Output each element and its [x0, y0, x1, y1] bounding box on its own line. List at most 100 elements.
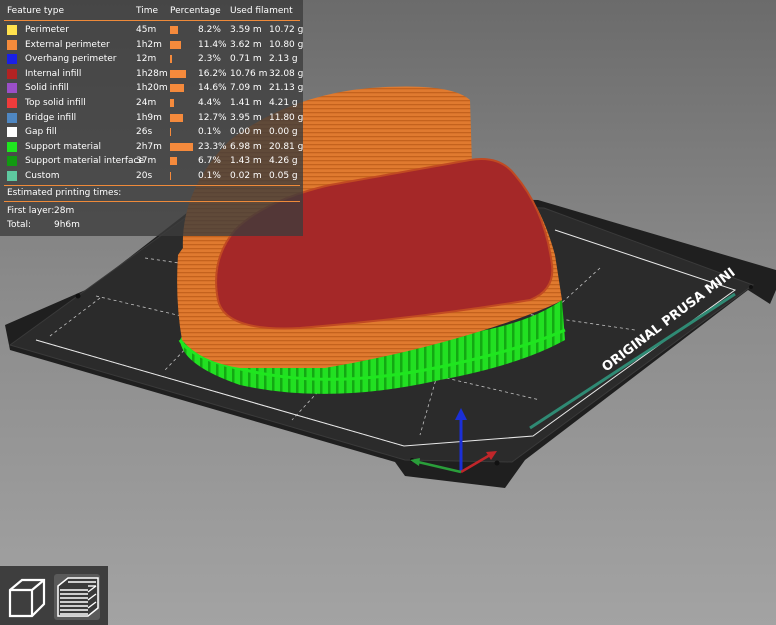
- feature-name: External perimeter: [25, 39, 110, 50]
- feature-time: 1h28m: [136, 68, 168, 79]
- feature-weight: 2.13 g: [269, 54, 298, 65]
- feature-percentage: 8.2%: [198, 25, 221, 35]
- feature-name: Perimeter: [25, 25, 69, 35]
- legend-row: Solid infill 1h20m 14.6% 7.09 m 21.13 g: [0, 81, 303, 95]
- feature-length: 0.02 m: [230, 171, 262, 181]
- feature-weight: 0.00 g: [269, 127, 298, 138]
- legend-row: External perimeter 1h2m 11.4% 3.62 m 10.80 g: [0, 38, 303, 52]
- feature-percentage: 4.4%: [198, 98, 221, 108]
- feature-percentage-bar: [170, 40, 182, 49]
- feature-percentage: 0.1%: [198, 127, 221, 138]
- feature-weight: 32.08 g: [269, 68, 304, 79]
- feature-length: 3.62 m: [230, 39, 262, 50]
- header-feature-type: Feature type: [7, 6, 64, 16]
- feature-color-swatch: [7, 156, 17, 167]
- feature-percentage-bar: [170, 157, 177, 166]
- feature-length: 10.76 m: [230, 68, 268, 79]
- legend-row: Internal infill 1h28m 16.2% 10.76 m 32.08 g: [0, 67, 303, 81]
- 3d-view-button[interactable]: [4, 574, 50, 620]
- cube-icon: [8, 578, 46, 618]
- feature-name: Bridge infill: [25, 112, 77, 123]
- feature-length: 3.59 m: [230, 25, 262, 35]
- feature-name: Support material: [25, 141, 102, 152]
- feature-color-swatch: [7, 112, 17, 123]
- feature-name: Overhang perimeter: [25, 54, 117, 65]
- feature-color-swatch: [7, 171, 17, 181]
- feature-color-swatch: [7, 98, 17, 108]
- header-divider: [4, 20, 300, 21]
- feature-length: 0.00 m: [230, 127, 262, 138]
- feature-weight: 20.81 g: [269, 141, 304, 152]
- feature-color-swatch: [7, 83, 17, 94]
- legend-row: Support material interface 37m 6.7% 1.43 m 4…: [0, 154, 303, 168]
- feature-name: Internal infill: [25, 68, 82, 79]
- feature-percentage: 23.3%: [198, 141, 227, 152]
- feature-time: 12m: [136, 54, 157, 65]
- feature-weight: 21.13 g: [269, 83, 304, 94]
- feature-color-swatch: [7, 127, 17, 138]
- feature-name: Gap fill: [25, 127, 57, 138]
- feature-time: 26s: [136, 127, 153, 138]
- feature-percentage-bar: [170, 69, 186, 78]
- legend-panel: Feature type Time Percentage Used filame…: [0, 0, 303, 236]
- feature-time: 2h7m: [136, 141, 162, 152]
- feature-percentage: 2.3%: [198, 54, 221, 65]
- feature-length: 0.71 m: [230, 54, 262, 65]
- feature-length: 3.95 m: [230, 112, 262, 123]
- feature-name: Custom: [25, 171, 60, 181]
- feature-name: Top solid infill: [25, 98, 86, 108]
- feature-length: 6.98 m: [230, 141, 262, 152]
- feature-color-swatch: [7, 68, 17, 79]
- feature-percentage: 6.7%: [198, 156, 221, 167]
- feature-percentage-bar: [170, 142, 193, 151]
- feature-percentage: 16.2%: [198, 68, 227, 79]
- header-used-filament: Used filament: [230, 6, 293, 16]
- feature-color-swatch: [7, 39, 17, 50]
- legend-row: Support material 2h7m 23.3% 6.98 m 20.81 g: [0, 140, 303, 154]
- estimated-divider: [4, 201, 300, 202]
- feature-percentage-bar: [170, 55, 173, 64]
- feature-weight: 10.80 g: [269, 39, 304, 50]
- feature-length: 1.41 m: [230, 98, 262, 108]
- preview-button[interactable]: [54, 574, 100, 620]
- feature-percentage-bar: [170, 26, 179, 34]
- feature-time: 24m: [136, 98, 157, 108]
- feature-weight: 0.05 g: [269, 171, 298, 181]
- feature-color-swatch: [7, 25, 17, 35]
- legend-row: Perimeter 45m 8.2% 3.59 m 10.72 g: [0, 23, 303, 37]
- feature-time: 37m: [136, 156, 157, 167]
- feature-percentage-bar: [170, 84, 185, 93]
- legend-row: Bridge infill 1h9m 12.7% 3.95 m 11.80 g: [0, 111, 303, 125]
- feature-percentage: 11.4%: [198, 39, 227, 50]
- feature-weight: 10.72 g: [269, 25, 304, 35]
- feature-time: 20s: [136, 171, 153, 181]
- legend-row: Gap fill 26s 0.1% 0.00 m 0.00 g: [0, 125, 303, 139]
- feature-percentage-bar: [170, 113, 183, 122]
- feature-length: 7.09 m: [230, 83, 262, 94]
- feature-time: 1h20m: [136, 83, 168, 94]
- feature-length: 1.43 m: [230, 156, 262, 167]
- view-mode-toolbar: [0, 566, 108, 625]
- feature-time: 45m: [136, 25, 157, 35]
- legend-row: Top solid infill 24m 4.4% 1.41 m 4.21 g: [0, 96, 303, 110]
- feature-percentage: 12.7%: [198, 112, 227, 123]
- feature-time: 1h9m: [136, 112, 162, 123]
- estimated-times-label: Estimated printing times:: [7, 188, 122, 198]
- feature-percentage-bar: [170, 99, 175, 107]
- feature-percentage-bar: [170, 172, 171, 180]
- feature-color-swatch: [7, 54, 17, 65]
- feature-name: Solid infill: [25, 83, 69, 94]
- feature-time: 1h2m: [136, 39, 162, 50]
- header-time: Time: [136, 6, 159, 16]
- total-label: Total:: [7, 220, 32, 230]
- feature-percentage: 14.6%: [198, 83, 227, 94]
- header-percentage: Percentage: [170, 6, 221, 16]
- feature-weight: 4.26 g: [269, 156, 298, 167]
- layers-icon: [57, 577, 99, 617]
- first-layer-label: First layer:: [7, 206, 55, 216]
- rows-divider: [4, 185, 300, 186]
- total-value: 9h6m: [54, 220, 80, 230]
- feature-percentage-bar: [170, 128, 171, 137]
- feature-weight: 4.21 g: [269, 98, 298, 108]
- legend-row: Custom 20s 0.1% 0.02 m 0.05 g: [0, 169, 303, 183]
